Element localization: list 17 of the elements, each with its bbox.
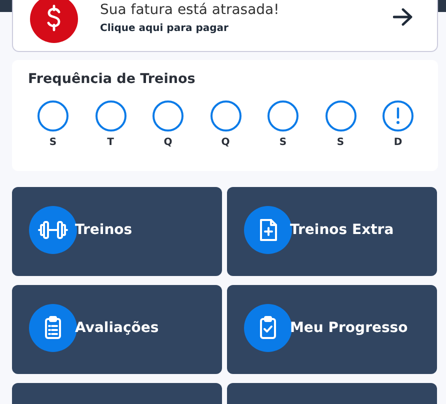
dumbbell-icon bbox=[29, 206, 77, 254]
day-label: D bbox=[394, 137, 402, 148]
frequency-title: Frequência de Treinos bbox=[28, 71, 196, 87]
day-label: Q bbox=[164, 137, 172, 148]
clipboard-check-icon bbox=[244, 304, 292, 352]
file-plus-icon bbox=[244, 206, 292, 254]
day-label: Q bbox=[221, 137, 230, 148]
day-label: T bbox=[107, 137, 114, 148]
day-label: S bbox=[49, 137, 57, 148]
clipboard-list-icon bbox=[29, 304, 77, 352]
arrow-right-icon[interactable] bbox=[393, 8, 413, 26]
day-label: S bbox=[336, 137, 344, 148]
pay-link[interactable]: Clique aqui para pagar bbox=[100, 23, 371, 34]
dollar-icon bbox=[30, 0, 78, 43]
alert-title: Sua fatura está atrasada! bbox=[100, 2, 280, 19]
day-label: S bbox=[279, 137, 287, 148]
invoice-alert-card[interactable]: Sua fatura está atrasada! Clique aqui para pagar bbox=[12, 0, 438, 52]
